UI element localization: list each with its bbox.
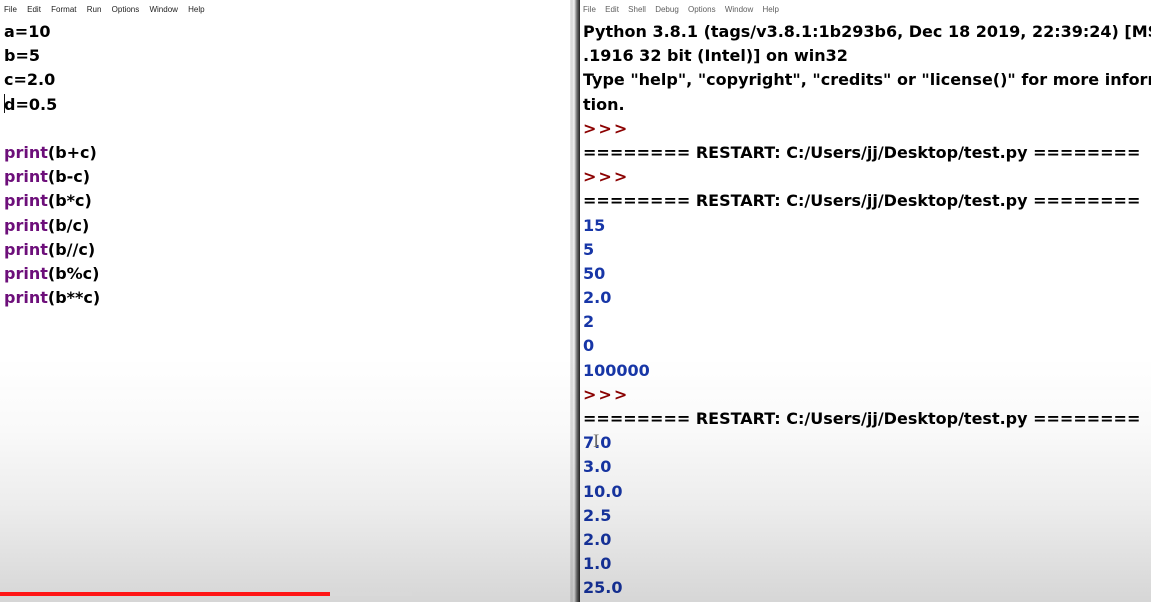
shell-menu-options[interactable]: Options [688, 0, 716, 20]
shell-banner-line: .1916 32 bit (Intel)] on win32 [583, 46, 848, 66]
editor-menu-file[interactable]: File [4, 0, 17, 20]
shell-output-line: 1.0 [583, 554, 612, 574]
print-keyword[interactable]: print [4, 264, 48, 283]
print-arguments[interactable]: (b**c) [48, 288, 100, 307]
shell-output-line: 100000 [583, 360, 650, 380]
print-keyword[interactable]: print [4, 143, 48, 162]
shell-prompt: >>> [583, 118, 630, 138]
editor-menu-options[interactable]: Options [112, 0, 140, 20]
shell-output-line: 10.0 [583, 481, 623, 501]
shell-output-line: 2 [583, 312, 595, 332]
editor-menu-format[interactable]: Format [51, 0, 76, 20]
editor-code-line[interactable]: print(b+c) [4, 141, 570, 165]
print-arguments[interactable]: (b/c) [48, 216, 89, 235]
editor-menu-window[interactable]: Window [149, 0, 177, 20]
shell-banner-line: Type "help", "copyright", "credits" or "… [583, 70, 1151, 90]
shell-output-line: 50 [583, 263, 606, 283]
restart-line: ======== RESTART: C:/Users/jj/Desktop/te… [583, 191, 1141, 211]
shell-menu-help[interactable]: Help [763, 0, 779, 20]
editor-code-line[interactable]: print(b*c) [4, 189, 570, 213]
editor-code-line[interactable]: a=10 [4, 20, 570, 44]
shell-output-line: 0 [583, 336, 595, 356]
editor-code-line[interactable]: print(b//c) [4, 238, 570, 262]
editor-blank-line[interactable] [4, 117, 570, 141]
editor-code-text[interactable]: d=0.5 [4, 95, 57, 114]
shell-menubar: File Edit Shell Debug Options Window Hel… [580, 0, 1151, 20]
print-arguments[interactable]: (b+c) [48, 143, 97, 162]
print-arguments[interactable]: (b//c) [48, 240, 95, 259]
editor-code-line[interactable]: print(b**c) [4, 286, 570, 310]
editor-code-line[interactable]: print(b-c) [4, 165, 570, 189]
print-keyword[interactable]: print [4, 216, 48, 235]
print-keyword[interactable]: print [4, 288, 48, 307]
editor-menubar: File Edit Format Run Options Window Help [0, 0, 570, 20]
print-arguments[interactable]: (b%c) [48, 264, 100, 283]
shell-prompt: >>> [583, 384, 630, 404]
video-progress-bar[interactable] [0, 592, 330, 596]
shell-output-line: 3.0 [583, 457, 612, 477]
shell-output-line: 2.5 [583, 505, 612, 525]
print-arguments[interactable]: (b*c) [48, 191, 92, 210]
idle-shell-window: File Edit Shell Debug Options Window Hel… [580, 0, 1151, 602]
text-cursor-icon: I [593, 431, 600, 452]
shell-output-line: 2.0 [583, 529, 612, 549]
shell-menu-debug[interactable]: Debug [655, 0, 679, 20]
shell-output-line: 7.0 [583, 433, 612, 453]
shell-menu-file[interactable]: File [583, 0, 596, 20]
shell-output-line: 25.0 [583, 578, 623, 598]
editor-code-line-with-cursor[interactable]: d=0.5 [4, 93, 570, 117]
shell-output-area[interactable]: Python 3.8.1 (tags/v3.8.1:1b293b6, Dec 1… [580, 20, 1151, 602]
idle-editor-window: File Edit Format Run Options Window Help… [0, 0, 570, 602]
shell-banner-line: Python 3.8.1 (tags/v3.8.1:1b293b6, Dec 1… [583, 22, 1151, 41]
editor-menu-help[interactable]: Help [188, 0, 204, 20]
editor-code-line[interactable]: c=2.0 [4, 68, 570, 92]
print-keyword[interactable]: print [4, 191, 48, 210]
editor-menu-edit[interactable]: Edit [27, 0, 41, 20]
print-arguments[interactable]: (b-c) [48, 167, 90, 186]
shell-banner-line: tion. [583, 94, 625, 114]
shell-menu-shell[interactable]: Shell [628, 0, 646, 20]
editor-menu-run[interactable]: Run [87, 0, 102, 20]
restart-line: ======== RESTART: C:/Users/jj/Desktop/te… [583, 142, 1141, 162]
shell-prompt: >>> [583, 167, 630, 187]
shell-menu-window[interactable]: Window [725, 0, 753, 20]
window-divider [570, 0, 580, 602]
print-keyword[interactable]: print [4, 167, 48, 186]
shell-output-line: 5 [583, 239, 595, 259]
video-frame: File Edit Format Run Options Window Help… [0, 0, 1151, 602]
shell-output-line: 2.0 [583, 288, 612, 308]
print-keyword[interactable]: print [4, 240, 48, 259]
editor-code-line[interactable]: b=5 [4, 44, 570, 68]
editor-code-line[interactable]: print(b/c) [4, 214, 570, 238]
editor-code-line[interactable]: print(b%c) [4, 262, 570, 286]
shell-menu-edit[interactable]: Edit [605, 0, 619, 20]
shell-output-line: 15 [583, 215, 606, 235]
editor-code-area[interactable]: a=10 b=5 c=2.0 d=0.5 print(b+c) print(b-… [0, 20, 570, 602]
restart-line: ======== RESTART: C:/Users/jj/Desktop/te… [583, 409, 1141, 428]
